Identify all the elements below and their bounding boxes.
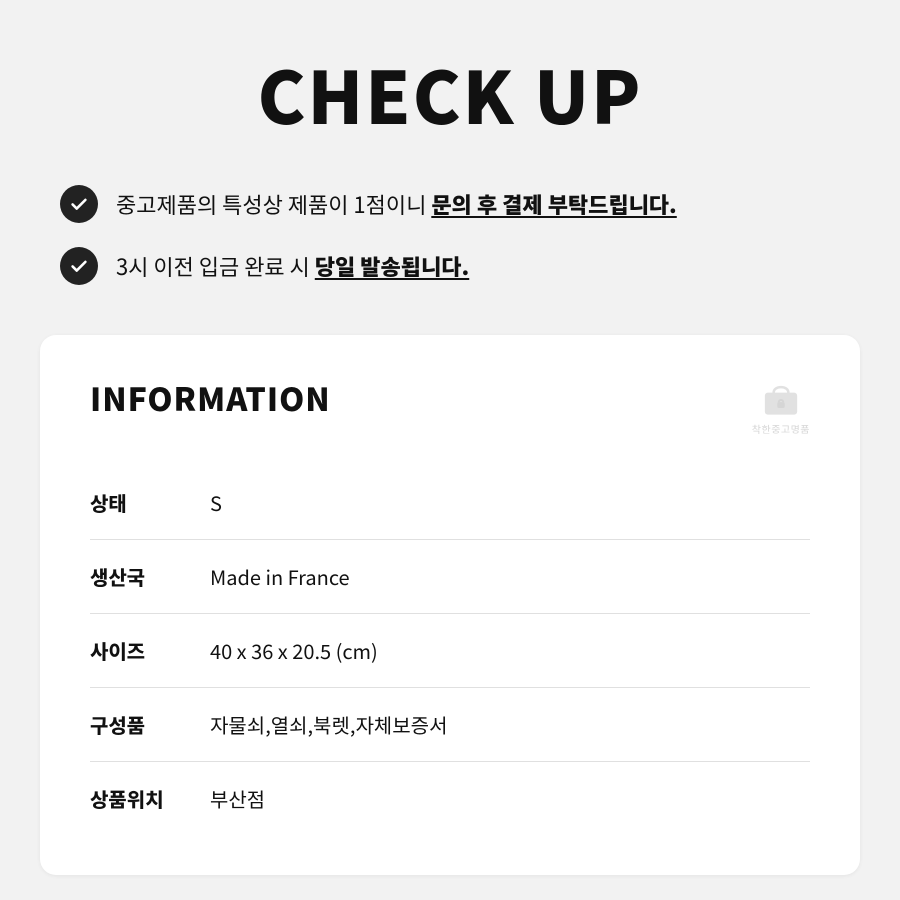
check-icon-1 [60, 185, 98, 223]
check-item-1-highlight: 문의 후 결제 부탁드립니다. [431, 188, 676, 220]
table-row-status: 상태 S [90, 466, 810, 540]
check-item-2: 3시 이전 입금 완료 시 당일 발송됩니다. [60, 247, 840, 285]
table-row-components: 구성품 자물쇠,열쇠,북렛,자체보증서 [90, 688, 810, 762]
value-size: 40 x 36 x 20.5 (cm) [210, 614, 810, 688]
info-table: 상태 S 생산국 Made in France 사이즈 40 x 36 x 20… [90, 466, 810, 835]
table-row-size: 사이즈 40 x 36 x 20.5 (cm) [90, 614, 810, 688]
label-location: 상품위치 [90, 762, 210, 836]
check-item-2-highlight: 당일 발송됩니다. [315, 250, 469, 282]
checkmark-icon [68, 193, 90, 215]
info-header: INFORMATION 착한중고명품 [90, 375, 810, 436]
top-section: CHECK UP 중고제품의 특성상 제품이 1점이니 문의 후 결제 부탁드립… [0, 0, 900, 335]
label-status: 상태 [90, 466, 210, 540]
info-title: INFORMATION [90, 375, 331, 421]
page-title: CHECK UP [60, 40, 840, 145]
information-section: INFORMATION 착한중고명품 상태 S 생산국 Made in [40, 335, 860, 875]
value-status: S [210, 466, 810, 540]
check-item-1-text: 중고제품의 특성상 제품이 1점이니 문의 후 결제 부탁드립니다. [116, 189, 677, 220]
table-row-origin: 생산국 Made in France [90, 540, 810, 614]
check-items-list: 중고제품의 특성상 제품이 1점이니 문의 후 결제 부탁드립니다. 3시 이전… [60, 185, 840, 285]
value-origin: Made in France [210, 540, 810, 614]
check-item-1: 중고제품의 특성상 제품이 1점이니 문의 후 결제 부탁드립니다. [60, 185, 840, 223]
value-components: 자물쇠,열쇠,북렛,자체보증서 [210, 688, 810, 762]
value-location: 부산점 [210, 762, 810, 836]
brand-logo: 착한중고명품 [752, 375, 810, 436]
label-size: 사이즈 [90, 614, 210, 688]
table-row-location: 상품위치 부산점 [90, 762, 810, 836]
label-origin: 생산국 [90, 540, 210, 614]
label-components: 구성품 [90, 688, 210, 762]
check-item-2-text: 3시 이전 입금 완료 시 당일 발송됩니다. [116, 251, 469, 282]
brand-logo-svg [759, 375, 803, 419]
check-icon-2 [60, 247, 98, 285]
brand-logo-text: 착한중고명품 [752, 421, 810, 436]
checkmark-icon-2 [68, 255, 90, 277]
